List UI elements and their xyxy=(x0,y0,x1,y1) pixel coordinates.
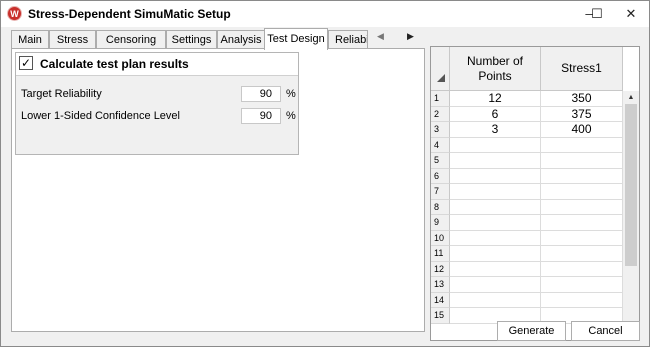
title-bar: W Stress-Dependent SimuMatic Setup – ☐ ✕ xyxy=(1,1,649,27)
confidence-level-label: Lower 1-Sided Confidence Level xyxy=(21,110,180,122)
test-design-panel: ✓ Calculate test plan results Target Rel… xyxy=(11,48,425,332)
table-row[interactable]: 12 xyxy=(431,261,623,277)
stress1-cell[interactable]: 400 xyxy=(541,122,623,138)
stress1-cell[interactable]: 350 xyxy=(541,91,623,107)
number-of-points-cell[interactable] xyxy=(450,199,541,215)
app-logo-icon: W xyxy=(7,6,22,21)
row-header[interactable]: 3 xyxy=(431,122,450,138)
number-of-points-cell[interactable] xyxy=(450,277,541,293)
row-header[interactable]: 4 xyxy=(431,137,450,153)
number-of-points-cell[interactable] xyxy=(450,230,541,246)
table-row[interactable]: 7 xyxy=(431,184,623,200)
stress1-cell[interactable] xyxy=(541,292,623,308)
table-row[interactable]: 2 6 375 xyxy=(431,106,623,122)
table-row[interactable]: 14 xyxy=(431,292,623,308)
dialog-content: Main Stress Censoring Settings Analysis … xyxy=(1,27,649,346)
cancel-button[interactable]: Cancel xyxy=(571,321,640,341)
stress1-cell[interactable] xyxy=(541,168,623,184)
grid-corner[interactable] xyxy=(431,47,450,91)
table-row[interactable]: 6 xyxy=(431,168,623,184)
stress1-cell[interactable] xyxy=(541,184,623,200)
table-row[interactable]: 10 xyxy=(431,230,623,246)
calculate-test-plan-checkbox[interactable]: ✓ xyxy=(19,56,33,70)
target-reliability-label: Target Reliability xyxy=(21,88,102,100)
stress1-cell[interactable] xyxy=(541,199,623,215)
stress1-cell[interactable] xyxy=(541,137,623,153)
row-header[interactable]: 15 xyxy=(431,308,450,324)
row-header[interactable]: 13 xyxy=(431,277,450,293)
window-title: Stress-Dependent SimuMatic Setup xyxy=(28,7,231,21)
row-header[interactable]: 12 xyxy=(431,261,450,277)
tab-scroll-right-icon[interactable]: ▶ xyxy=(407,31,414,42)
select-all-icon xyxy=(437,74,445,82)
number-of-points-cell[interactable] xyxy=(450,215,541,231)
table-row[interactable]: 3 3 400 xyxy=(431,122,623,138)
number-of-points-cell[interactable] xyxy=(450,184,541,200)
grid-vertical-scrollbar[interactable]: ▲ ▼ xyxy=(623,91,639,340)
stress1-cell[interactable] xyxy=(541,230,623,246)
number-of-points-cell[interactable]: 6 xyxy=(450,106,541,122)
row-header[interactable]: 1 xyxy=(431,91,450,107)
tab-settings[interactable]: Settings xyxy=(166,30,217,49)
row-header[interactable]: 6 xyxy=(431,168,450,184)
column-header-number-of-points[interactable]: Number of Points xyxy=(450,47,541,91)
tab-reliability[interactable]: Reliabil xyxy=(328,30,368,49)
number-of-points-cell[interactable] xyxy=(450,168,541,184)
row-header[interactable]: 10 xyxy=(431,230,450,246)
tab-main[interactable]: Main xyxy=(11,30,49,49)
row-header[interactable]: 9 xyxy=(431,215,450,231)
row-header[interactable]: 7 xyxy=(431,184,450,200)
number-of-points-cell[interactable] xyxy=(450,261,541,277)
table-row[interactable]: 13 xyxy=(431,277,623,293)
table-row[interactable]: 8 xyxy=(431,199,623,215)
number-of-points-cell[interactable] xyxy=(450,292,541,308)
number-of-points-cell[interactable]: 12 xyxy=(450,91,541,107)
close-button[interactable]: ✕ xyxy=(611,1,650,27)
number-of-points-cell[interactable] xyxy=(450,246,541,262)
dialog-window: W Stress-Dependent SimuMatic Setup – ☐ ✕… xyxy=(0,0,650,347)
number-of-points-cell[interactable] xyxy=(450,153,541,169)
row-header[interactable]: 5 xyxy=(431,153,450,169)
row-header[interactable]: 11 xyxy=(431,246,450,262)
tab-test-design[interactable]: Test Design xyxy=(264,28,328,50)
number-of-points-cell[interactable]: 3 xyxy=(450,122,541,138)
table-row[interactable]: 1 12 350 xyxy=(431,91,623,107)
row-header[interactable]: 14 xyxy=(431,292,450,308)
tab-censoring[interactable]: Censoring xyxy=(96,30,166,49)
target-reliability-unit: % xyxy=(286,88,296,100)
column-header-stress1[interactable]: Stress1 xyxy=(541,47,623,91)
table-row[interactable]: 11 xyxy=(431,246,623,262)
row-header[interactable]: 2 xyxy=(431,106,450,122)
test-plan-group: ✓ Calculate test plan results Target Rel… xyxy=(15,52,299,155)
target-reliability-input[interactable] xyxy=(241,86,281,102)
tab-analysis[interactable]: Analysis xyxy=(217,30,265,49)
row-header[interactable]: 8 xyxy=(431,199,450,215)
number-of-points-cell[interactable] xyxy=(450,137,541,153)
scroll-thumb[interactable] xyxy=(625,104,637,266)
calculate-test-plan-label: Calculate test plan results xyxy=(40,57,189,71)
confidence-level-unit: % xyxy=(286,110,296,122)
table-row[interactable]: 5 xyxy=(431,153,623,169)
stress1-cell[interactable] xyxy=(541,261,623,277)
stress1-cell[interactable]: 375 xyxy=(541,106,623,122)
stress-points-grid[interactable]: Number of Points Stress1 1 12 350 2 6 375 3 3 40… xyxy=(430,46,640,341)
stress1-cell[interactable] xyxy=(541,153,623,169)
scroll-up-icon[interactable]: ▲ xyxy=(623,91,639,104)
confidence-level-input[interactable] xyxy=(241,108,281,124)
stress1-cell[interactable] xyxy=(541,277,623,293)
test-plan-header: ✓ Calculate test plan results xyxy=(16,53,298,76)
table-row[interactable]: 4 xyxy=(431,137,623,153)
generate-button[interactable]: Generate xyxy=(497,321,566,341)
tab-scroll-left-icon[interactable]: ◀ xyxy=(377,31,384,42)
stress1-cell[interactable] xyxy=(541,215,623,231)
stress1-cell[interactable] xyxy=(541,246,623,262)
tab-stress[interactable]: Stress xyxy=(49,30,96,49)
table-row[interactable]: 9 xyxy=(431,215,623,231)
